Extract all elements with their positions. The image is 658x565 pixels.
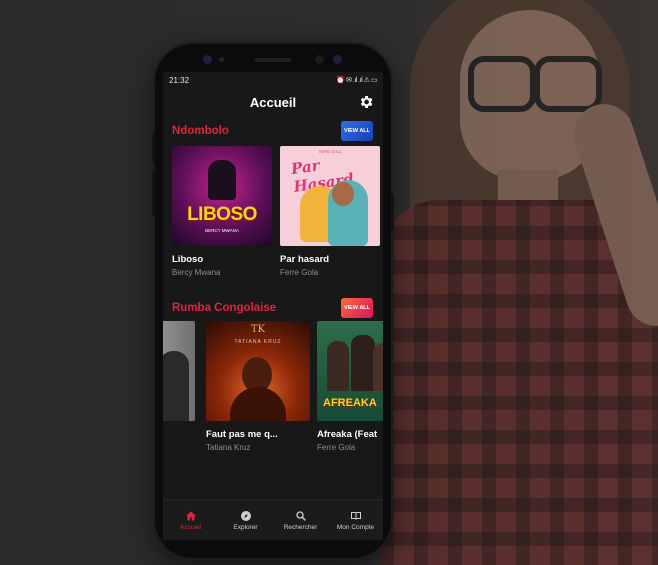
nav-label: Rechercher: [283, 523, 318, 531]
album-card[interactable]: LIBOSO BERCY MWANA Liboso Bercy Mwana: [172, 146, 272, 277]
background-photo: [380, 0, 658, 565]
album-title: Faut pas me q...: [206, 429, 278, 440]
album-title: Liboso: [172, 254, 204, 265]
compass-icon: [240, 510, 251, 521]
album-cover: AFREAKA: [317, 321, 383, 421]
album-artist: Tatiana Kruz: [206, 443, 251, 452]
album-cover: TK TATIANA KRUZ: [206, 321, 310, 421]
app-header: Accueil: [163, 88, 383, 116]
album-artist: Ferre Gola: [317, 443, 356, 452]
section-ndombolo-carousel[interactable]: LIBOSO BERCY MWANA Liboso Bercy Mwana FE…: [163, 146, 383, 296]
cover-text: AFREAKA: [323, 397, 377, 409]
album-card[interactable]: AFREAKA Afreaka (Feat Ferre Gola: [317, 321, 383, 452]
album-artist: Ferre Gola: [280, 268, 319, 277]
section-rumba-carousel[interactable]: TK TATIANA KRUZ Faut pas me q... Tatiana…: [163, 321, 383, 471]
nav-item-accueil[interactable]: Accueil: [163, 500, 218, 540]
album-cover: LIBOSO BERCY MWANA: [172, 146, 272, 246]
album-title: Par hasard: [280, 254, 330, 265]
app-screen: 21:32 ⏰ ✉ .ıl .ıl ⚠ ▭ Accueil Ndombolo V…: [163, 72, 383, 540]
bottom-navigation: Accueil Explorer Rechercher Mon Compte: [163, 499, 383, 540]
album-cover: [163, 321, 195, 421]
status-bar: 21:32 ⏰ ✉ .ıl .ıl ⚠ ▭: [163, 72, 383, 88]
section-ndombolo-header: Ndombolo VIEW ALL: [163, 116, 383, 146]
search-icon: [295, 510, 306, 521]
cover-text: TATIANA KRUZ: [234, 339, 282, 345]
section-title: Ndombolo: [172, 125, 229, 137]
album-artist: Bercy Mwana: [172, 268, 221, 277]
album-card[interactable]: [163, 321, 195, 429]
view-all-button[interactable]: VIEW ALL: [341, 298, 373, 318]
view-all-button[interactable]: VIEW ALL: [341, 121, 373, 141]
album-card[interactable]: FERRE GOLA Par Hasard Par hasard Ferre G…: [280, 146, 380, 277]
album-title: Afreaka (Feat: [317, 429, 378, 440]
page-title: Accueil: [249, 94, 297, 110]
nav-item-mon-compte[interactable]: Mon Compte: [328, 500, 383, 540]
nav-label: Mon Compte: [336, 523, 375, 531]
status-time: 21:32: [169, 75, 190, 85]
home-icon: [185, 511, 196, 520]
nav-label: Accueil: [180, 523, 201, 531]
phone-frame: 21:32 ⏰ ✉ .ıl .ıl ⚠ ▭ Accueil Ndombolo V…: [152, 44, 394, 558]
cover-monogram: TK: [250, 324, 266, 335]
nav-item-rechercher[interactable]: Rechercher: [273, 500, 328, 540]
status-icons: ⏰ ✉ .ıl .ıl ⚠ ▭: [336, 77, 377, 84]
nav-label: Explorer: [233, 523, 258, 531]
cover-subtext: BERCY MWANA: [205, 228, 239, 233]
book-icon: [350, 511, 361, 520]
section-title: Rumba Congolaise: [172, 302, 277, 314]
album-card[interactable]: TK TATIANA KRUZ Faut pas me q... Tatiana…: [206, 321, 310, 452]
section-rumba-header: Rumba Congolaise VIEW ALL: [163, 293, 383, 323]
settings-gear-icon[interactable]: [358, 94, 374, 110]
cover-text: LIBOSO: [187, 204, 257, 225]
nav-item-explorer[interactable]: Explorer: [218, 500, 273, 540]
album-cover: FERRE GOLA Par Hasard: [280, 146, 380, 246]
